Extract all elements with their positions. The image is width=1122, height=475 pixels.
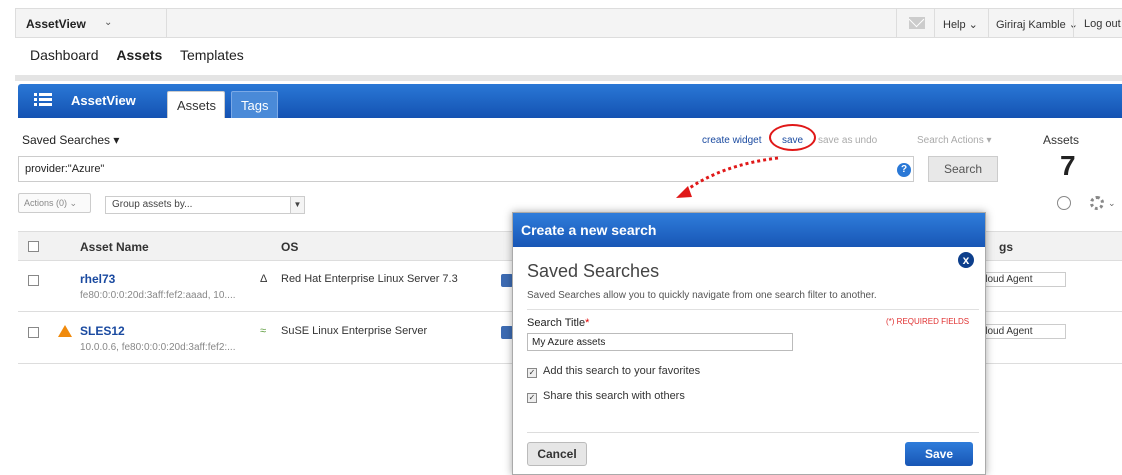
select-all-checkbox[interactable] bbox=[28, 241, 39, 252]
asset-os: Red Hat Enterprise Linux Server 7.3 bbox=[281, 273, 458, 285]
column-asset-name[interactable]: Asset Name bbox=[80, 240, 149, 254]
modal-header: Create a new search bbox=[513, 213, 985, 247]
gear-icon[interactable] bbox=[1090, 196, 1104, 210]
divider bbox=[527, 309, 979, 310]
tag-chip[interactable]: Cloud Agent bbox=[973, 324, 1066, 339]
row-checkbox[interactable] bbox=[28, 275, 39, 286]
column-tags[interactable]: gs bbox=[999, 240, 1013, 254]
modal-title: Saved Searches bbox=[527, 261, 660, 281]
asset-name-link[interactable]: SLES12 bbox=[80, 324, 125, 338]
warning-icon bbox=[58, 325, 72, 337]
close-icon[interactable]: x bbox=[956, 250, 976, 270]
tag-chip[interactable]: Cloud Agent bbox=[973, 272, 1066, 287]
check-icon: ✓ bbox=[527, 393, 537, 403]
column-os[interactable]: OS bbox=[281, 240, 298, 254]
chevron-down-icon: ▼ bbox=[290, 197, 304, 213]
row-checkbox[interactable] bbox=[28, 327, 39, 338]
asset-ip: 10.0.0.6, fe80:0:0:0:20d:3aff:fef2:... bbox=[80, 342, 236, 353]
compass-icon[interactable] bbox=[1057, 196, 1071, 210]
divider bbox=[527, 432, 979, 433]
favorites-checkbox[interactable]: ✓ Add this search to your favorites bbox=[527, 365, 700, 378]
share-checkbox[interactable]: ✓ Share this search with others bbox=[527, 390, 685, 403]
linux-os-icon: Δ bbox=[260, 273, 268, 285]
save-button[interactable]: Save bbox=[905, 442, 973, 466]
asset-os: SuSE Linux Enterprise Server bbox=[281, 325, 428, 337]
search-title-input[interactable] bbox=[527, 333, 793, 351]
suse-os-icon: ≈ bbox=[260, 325, 267, 337]
asset-ip: fe80:0:0:0:20d:3aff:fef2:aaad, 10.... bbox=[80, 290, 236, 301]
check-icon: ✓ bbox=[527, 368, 537, 378]
actions-dropdown[interactable]: Actions (0) ⌄ bbox=[18, 193, 91, 213]
chevron-down-icon[interactable]: ⌄ bbox=[1108, 198, 1116, 209]
cancel-button[interactable]: Cancel bbox=[527, 442, 587, 466]
search-title-label: Search Title* bbox=[527, 317, 590, 329]
asset-name-link[interactable]: rhel73 bbox=[80, 272, 115, 286]
required-fields-note: (*) REQUIRED FIELDS bbox=[886, 317, 970, 326]
group-assets-select[interactable]: Group assets by... ▼ bbox=[105, 196, 305, 214]
modal-description: Saved Searches allow you to quickly navi… bbox=[527, 290, 877, 301]
create-search-modal: Create a new search Saved Searches Saved… bbox=[512, 212, 986, 475]
